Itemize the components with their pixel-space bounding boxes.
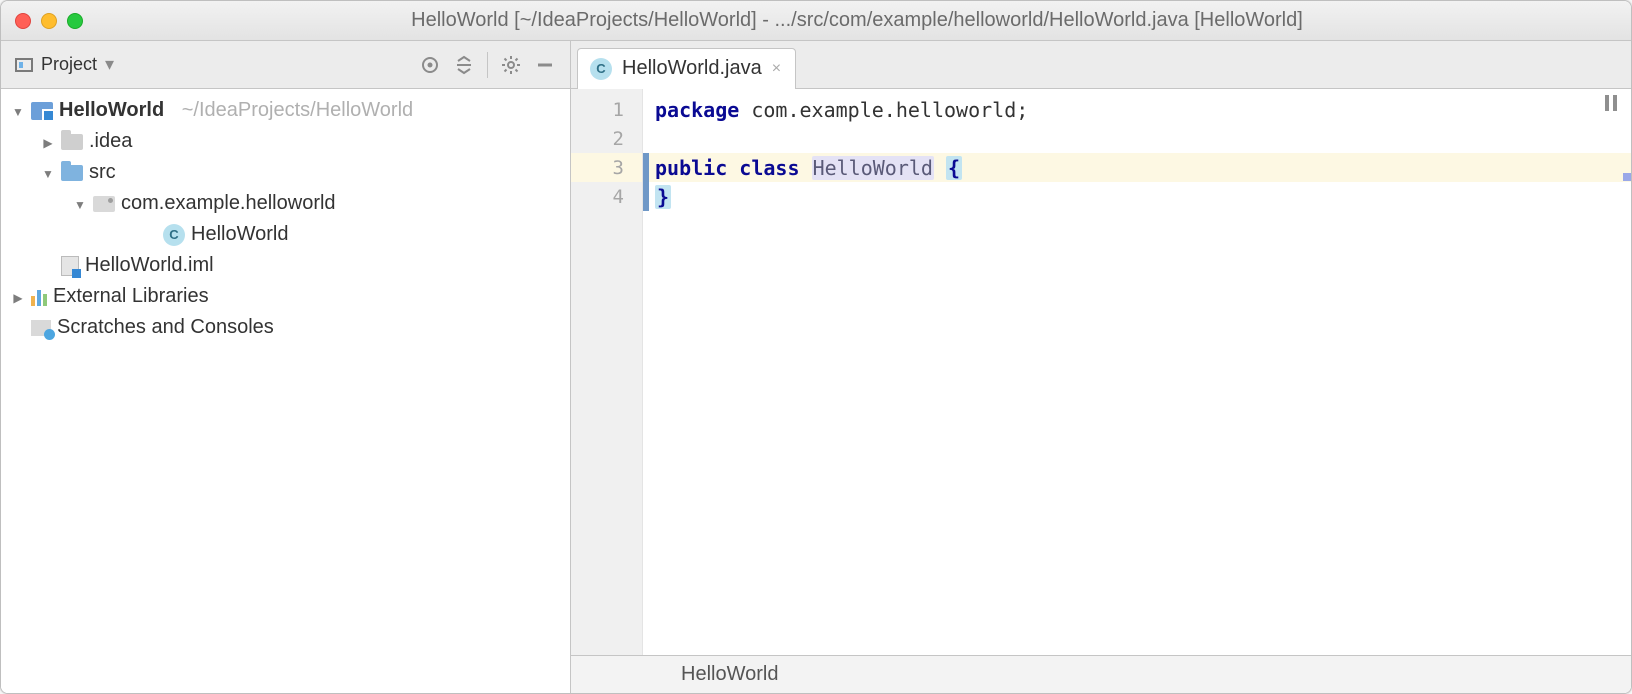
- keyword: public: [655, 156, 727, 180]
- window-titlebar[interactable]: HelloWorld [~/IdeaProjects/HelloWorld] -…: [1, 1, 1631, 41]
- traffic-lights: [15, 13, 83, 29]
- code-editor[interactable]: 1 2 3 4 package com.example.helloworld; …: [571, 89, 1631, 655]
- gutter-line[interactable]: 1: [571, 95, 642, 124]
- tree-folder-idea[interactable]: .idea: [1, 126, 570, 157]
- editor-tab[interactable]: C HelloWorld.java ×: [577, 48, 796, 89]
- tree-scratches[interactable]: Scratches and Consoles: [1, 312, 570, 343]
- brace: }: [655, 185, 671, 209]
- code-line[interactable]: package com.example.helloworld;: [643, 95, 1631, 124]
- class-icon: C: [590, 58, 612, 80]
- tree-label: src: [89, 161, 116, 184]
- keyword: package: [655, 98, 739, 122]
- zoom-window-button[interactable]: [67, 13, 83, 29]
- expand-icon[interactable]: [11, 99, 25, 122]
- expand-icon[interactable]: [41, 161, 55, 184]
- expand-all-button[interactable]: [447, 48, 481, 82]
- gutter-line[interactable]: 2: [571, 124, 642, 153]
- tree-label: Scratches and Consoles: [57, 316, 274, 339]
- tree-label: HelloWorld: [191, 223, 288, 246]
- project-view-selector[interactable]: Project ▾: [9, 50, 120, 79]
- gutter-line[interactable]: 3: [571, 153, 642, 182]
- project-icon: [15, 58, 33, 72]
- expand-icon[interactable]: [41, 130, 55, 153]
- libraries-icon: [31, 288, 47, 306]
- ide-window: HelloWorld [~/IdeaProjects/HelloWorld] -…: [0, 0, 1632, 694]
- gear-icon: [501, 55, 521, 75]
- locate-button[interactable]: [413, 48, 447, 82]
- hide-panel-button[interactable]: [528, 48, 562, 82]
- tree-folder-src[interactable]: src: [1, 157, 570, 188]
- line-gutter[interactable]: 1 2 3 4: [571, 89, 643, 655]
- class-icon: C: [163, 224, 185, 246]
- minimize-icon: [535, 55, 555, 75]
- expand-icon[interactable]: [11, 285, 25, 308]
- tree-path: ~/IdeaProjects/HelloWorld: [182, 99, 413, 122]
- minimize-window-button[interactable]: [41, 13, 57, 29]
- source-folder-icon: [61, 165, 83, 181]
- code-text: com.example.helloworld;: [739, 98, 1028, 122]
- code-line[interactable]: }: [643, 182, 1631, 211]
- dropdown-icon: ▾: [105, 54, 114, 75]
- tree-package[interactable]: com.example.helloworld: [1, 188, 570, 219]
- project-tree[interactable]: HelloWorld ~/IdeaProjects/HelloWorld .id…: [1, 89, 570, 693]
- code-line[interactable]: public class HelloWorld {: [643, 153, 1631, 182]
- locate-icon: [420, 55, 440, 75]
- project-panel: Project ▾: [1, 41, 571, 693]
- breadcrumb-bar[interactable]: HelloWorld: [571, 655, 1631, 693]
- package-icon: [93, 196, 115, 212]
- module-icon: [31, 102, 53, 120]
- editor-tabbar: C HelloWorld.java ×: [571, 41, 1631, 89]
- collapse-icon: [454, 55, 474, 75]
- content-area: Project ▾: [1, 41, 1631, 693]
- brace: {: [946, 156, 962, 180]
- tree-label: .idea: [89, 130, 132, 153]
- close-window-button[interactable]: [15, 13, 31, 29]
- settings-button[interactable]: [494, 48, 528, 82]
- iml-icon: [61, 256, 79, 276]
- tree-project-root[interactable]: HelloWorld ~/IdeaProjects/HelloWorld: [1, 95, 570, 126]
- tree-external-libraries[interactable]: External Libraries: [1, 281, 570, 312]
- code-content[interactable]: package com.example.helloworld; public c…: [643, 89, 1631, 655]
- tree-label: HelloWorld.iml: [85, 254, 214, 277]
- tree-iml-file[interactable]: HelloWorld.iml: [1, 250, 570, 281]
- scratches-icon: [31, 320, 51, 336]
- class-name: HelloWorld: [812, 156, 934, 180]
- project-panel-header: Project ▾: [1, 41, 570, 89]
- folder-icon: [61, 134, 83, 150]
- keyword: class: [739, 156, 799, 180]
- breadcrumb-item[interactable]: HelloWorld: [681, 663, 778, 686]
- tree-class-file[interactable]: C HelloWorld: [1, 219, 570, 250]
- code-line[interactable]: [643, 124, 1631, 153]
- header-divider: [487, 52, 488, 78]
- close-tab-button[interactable]: ×: [772, 60, 781, 78]
- tree-label: External Libraries: [53, 285, 209, 308]
- expand-icon[interactable]: [73, 192, 87, 215]
- suspend-icon[interactable]: [1605, 95, 1617, 111]
- editor-area: C HelloWorld.java × 1 2 3 4 package com.…: [571, 41, 1631, 693]
- gutter-line[interactable]: 4: [571, 182, 642, 211]
- project-panel-title: Project: [41, 54, 97, 75]
- window-title: HelloWorld [~/IdeaProjects/HelloWorld] -…: [97, 9, 1617, 32]
- scrollbar-marker[interactable]: [1623, 173, 1631, 181]
- tree-label: com.example.helloworld: [121, 192, 336, 215]
- tab-filename: HelloWorld.java: [622, 57, 762, 80]
- change-marker[interactable]: [643, 153, 649, 211]
- tree-label: HelloWorld: [59, 99, 164, 122]
